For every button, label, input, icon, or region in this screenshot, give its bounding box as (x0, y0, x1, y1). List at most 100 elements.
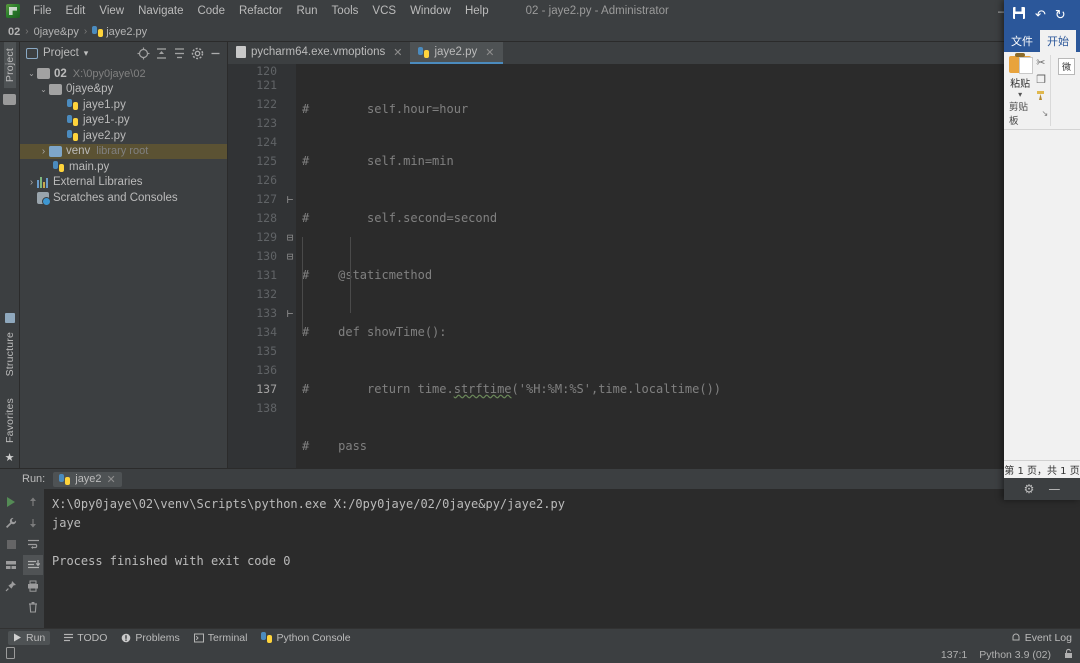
caret-position[interactable]: 137:1 (941, 649, 967, 661)
tree-node-0jaye-py[interactable]: ⌄ 0jaye&py (20, 82, 227, 98)
tab-jaye2-py[interactable]: jaye2.py ✕ (410, 42, 503, 64)
project-tree: ⌄ 02 X:\0py0jaye\02 ⌄ 0jaye&py jaye1.py (20, 64, 227, 468)
code-content[interactable]: # self.hour=hour # self.min=min # self.s… (296, 64, 1080, 468)
python-file-icon (92, 26, 104, 37)
paste-label[interactable]: 粘贴 (1010, 75, 1030, 90)
tree-node-main[interactable]: main.py (20, 159, 227, 175)
save-icon[interactable] (1012, 6, 1026, 24)
tool-window-favorites[interactable]: Favorites (4, 392, 16, 449)
scroll-to-end-icon[interactable] (23, 555, 43, 575)
tool-button-problems[interactable]: Problems (121, 632, 180, 644)
menu-run[interactable]: Run (289, 3, 324, 19)
tree-node-scratches[interactable]: Scratches and Consoles (20, 190, 227, 206)
breadcrumb-project[interactable]: 02 (8, 26, 20, 38)
tab-file[interactable]: 文件 (1004, 30, 1040, 52)
run-actions-secondary (22, 489, 44, 628)
breadcrumb-file[interactable]: jaye2.py (106, 26, 147, 38)
redo-icon[interactable]: ↻ (1055, 8, 1066, 23)
pin-icon[interactable] (1, 576, 21, 596)
tool-button-terminal[interactable]: Terminal (193, 632, 247, 644)
copy-icon[interactable]: ❐ (1036, 73, 1048, 86)
code-line: # pass (302, 439, 368, 453)
tool-button-label: Run (26, 631, 46, 644)
close-icon[interactable]: ✕ (393, 46, 402, 59)
tab-pycharm-vmoptions[interactable]: pycharm64.exe.vmoptions ✕ (228, 42, 410, 64)
tree-node-jaye2[interactable]: jaye2.py (20, 128, 227, 144)
tree-node-02[interactable]: ⌄ 02 X:\0py0jaye\02 (20, 66, 227, 82)
scroll-down-icon[interactable] (23, 513, 43, 533)
settings-wrench-icon[interactable] (1, 513, 21, 533)
fold-marker[interactable]: ⊢ (284, 190, 296, 209)
fold-marker[interactable]: ⊟ (284, 228, 296, 247)
soft-wrap-icon[interactable] (23, 534, 43, 554)
tab-label: jaye2.py (434, 46, 478, 58)
tree-node-jaye1[interactable]: jaye1.py (20, 97, 227, 113)
tree-node-jaye1-dash[interactable]: jaye1-.py (20, 113, 227, 129)
menu-tools[interactable]: Tools (325, 3, 366, 19)
event-log-button[interactable]: Event Log (1011, 632, 1072, 644)
tree-node-venv[interactable]: › venv library root (20, 143, 227, 159)
scroll-up-icon[interactable] (23, 492, 43, 512)
paste-icon[interactable] (1009, 53, 1034, 74)
tree-node-external-libraries[interactable]: › External Libraries (20, 175, 227, 191)
mobile-icon[interactable] (6, 647, 15, 662)
menu-window[interactable]: Window (403, 3, 458, 19)
chevron-right-icon[interactable]: › (26, 177, 37, 188)
stop-icon[interactable] (1, 534, 21, 554)
tool-window-project[interactable]: Project (3, 42, 16, 89)
menu-vcs[interactable]: VCS (365, 3, 403, 19)
cut-icon[interactable]: ✂ (1036, 56, 1048, 69)
chevron-down-icon[interactable]: ⌄ (26, 69, 37, 78)
word-footer-controls: ⚙ — (1004, 478, 1080, 500)
menu-edit[interactable]: Edit (59, 3, 93, 19)
format-painter-icon[interactable] (1036, 90, 1048, 105)
code-line: # def showTime(): (302, 325, 447, 339)
run-tab-jaye2[interactable]: jaye2 ✕ (53, 471, 122, 487)
tool-button-python-console[interactable]: Python Console (261, 632, 351, 644)
tool-button-run[interactable]: Run (8, 630, 51, 645)
settings-icon[interactable] (189, 45, 205, 61)
expand-all-icon[interactable] (153, 45, 169, 61)
collapse-all-icon[interactable] (171, 45, 187, 61)
fold-marker[interactable]: ⊢ (284, 304, 296, 323)
tool-window-structure[interactable]: Structure (4, 326, 16, 382)
page-count-label[interactable]: 第 1 页，共 1 页 (1004, 462, 1079, 477)
chevron-down-icon[interactable]: ⌄ (38, 85, 49, 94)
interpreter-indicator[interactable]: Python 3.9 (02) (979, 649, 1051, 661)
fold-marker[interactable]: ⊟ (284, 247, 296, 266)
lock-icon[interactable] (1063, 648, 1074, 662)
word-window-overlay[interactable]: ↶ ↻ 文件 开始 粘贴 ▾ 剪贴板 ✂ ❐ ↘ 微 第 1 页，共 1 页 ⚙… (1004, 0, 1080, 500)
undo-icon[interactable]: ↶ (1035, 8, 1046, 23)
dialog-launcher-icon[interactable]: ↘ (1036, 109, 1049, 118)
close-icon[interactable]: ✕ (485, 46, 494, 59)
project-panel-title[interactable]: Project (43, 47, 79, 59)
minimize-icon[interactable]: — (1048, 482, 1060, 496)
font-name-box[interactable]: 微 (1057, 58, 1075, 75)
menu-view[interactable]: View (92, 3, 131, 19)
menu-file[interactable]: File (26, 3, 59, 19)
locate-icon[interactable] (135, 45, 151, 61)
tab-home[interactable]: 开始 (1040, 30, 1076, 52)
tool-button-todo[interactable]: TODO (64, 632, 107, 644)
menu-refactor[interactable]: Refactor (232, 3, 289, 19)
menu-code[interactable]: Code (190, 3, 232, 19)
rerun-icon[interactable] (1, 492, 21, 512)
close-icon[interactable]: ✕ (107, 473, 116, 486)
code-editor[interactable]: 120 121 122 123 124 125 126 127 128 129 … (228, 64, 1080, 468)
code-folding-gutter[interactable]: ⊢ ⊟ ⊟ ⊢ (284, 64, 296, 468)
menu-navigate[interactable]: Navigate (131, 3, 190, 19)
delete-icon[interactable] (23, 597, 43, 617)
layout-icon[interactable] (1, 555, 21, 575)
menu-help[interactable]: Help (458, 3, 496, 19)
editor-tabs: pycharm64.exe.vmoptions ✕ jaye2.py ✕ (228, 42, 1080, 64)
ribbon-divider (1050, 55, 1051, 126)
chevron-right-icon[interactable]: › (38, 146, 49, 157)
run-console-output[interactable]: X:\0py0jaye\02\venv\Scripts\python.exe X… (44, 489, 1080, 628)
print-icon[interactable] (23, 576, 43, 596)
settings-icon[interactable]: ⚙ (1024, 482, 1035, 496)
line-number: 127 (256, 192, 277, 206)
breadcrumb-folder[interactable]: 0jaye&py (34, 26, 79, 38)
chevron-down-icon[interactable]: ▾ (1018, 90, 1022, 99)
hide-panel-icon[interactable] (207, 45, 223, 61)
chevron-down-icon[interactable]: ▾ (84, 48, 89, 59)
